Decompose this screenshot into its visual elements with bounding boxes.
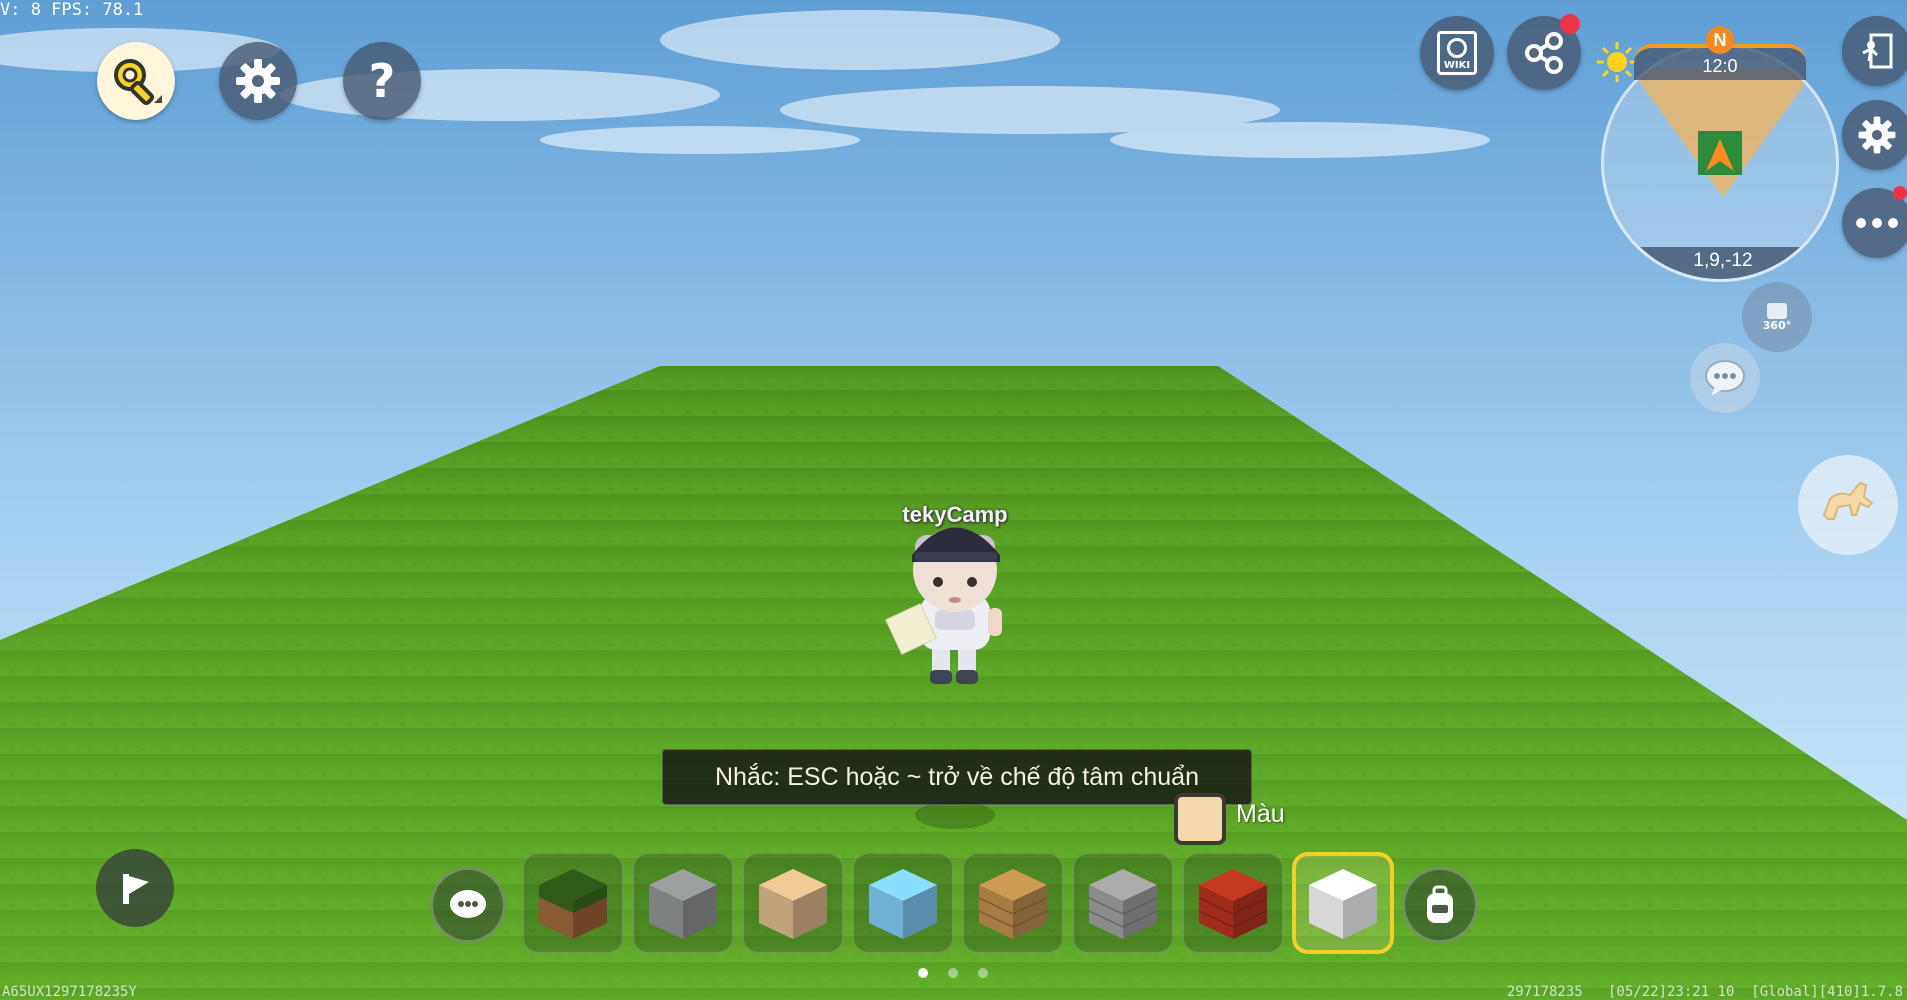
color-swatch[interactable] bbox=[1174, 793, 1226, 845]
hint-banner: Nhắc: ESC hoặc ~ trở về chế độ tâm chuẩn bbox=[662, 749, 1252, 805]
stone-brick-icon bbox=[1088, 869, 1158, 939]
build-info: 297178235 [05/22]23:21 10 [Global][410]1… bbox=[1506, 984, 1903, 1000]
backpack-icon bbox=[1427, 885, 1453, 923]
wiki-book-icon: WIKI bbox=[1437, 31, 1477, 75]
exit-door-icon bbox=[1862, 33, 1893, 69]
game-time: 12:0 bbox=[1702, 56, 1738, 76]
hint-text: Nhắc: ESC hoặc ~ trở về chế độ tâm chuẩn bbox=[714, 762, 1199, 791]
hotbar-slot[interactable] bbox=[852, 852, 954, 954]
fps-counter: V: 8 FPS: 78.1 bbox=[0, 0, 144, 20]
flag-button[interactable] bbox=[96, 849, 174, 927]
game-settings-button[interactable] bbox=[1842, 100, 1907, 170]
flag-icon bbox=[123, 874, 149, 904]
page-dot[interactable] bbox=[948, 968, 958, 978]
hotbar-slot[interactable] bbox=[632, 852, 734, 954]
player-arrow-icon bbox=[1706, 139, 1734, 171]
gear-icon bbox=[236, 59, 280, 103]
wiki-button[interactable]: WIKI bbox=[1420, 16, 1494, 90]
ice-block-icon bbox=[869, 869, 937, 939]
wrench-icon bbox=[114, 59, 162, 106]
color-label: Màu bbox=[1236, 800, 1285, 828]
share-notification-dot bbox=[1560, 14, 1580, 34]
page-dot[interactable] bbox=[978, 968, 988, 978]
device-id: A65UX1297178235Y bbox=[2, 984, 137, 1000]
help-button[interactable]: ? bbox=[343, 42, 421, 120]
settings-button[interactable] bbox=[219, 42, 297, 120]
grass-block-icon bbox=[539, 869, 607, 939]
chat-bubble-button[interactable] bbox=[1690, 343, 1760, 413]
page-dot[interactable] bbox=[918, 968, 928, 978]
gear-icon bbox=[1858, 116, 1896, 154]
hotbar-slot[interactable] bbox=[742, 852, 844, 954]
share-icon bbox=[1525, 32, 1563, 74]
stone-block-icon bbox=[649, 869, 717, 939]
chat-button[interactable] bbox=[430, 867, 506, 943]
build-tool-button[interactable] bbox=[97, 42, 175, 120]
chat-icon bbox=[450, 890, 486, 918]
coordinates: 1,9,-12 bbox=[1693, 250, 1753, 271]
more-notification-dot bbox=[1893, 186, 1907, 200]
backpack-button[interactable] bbox=[1402, 867, 1478, 943]
more-dots-icon bbox=[1856, 218, 1898, 228]
hotbar-pagination bbox=[918, 968, 988, 980]
exit-button[interactable] bbox=[1842, 16, 1907, 86]
wiki-label: WIKI bbox=[1443, 60, 1471, 71]
mount-pet-button[interactable] bbox=[1798, 455, 1898, 555]
camera-360-button[interactable]: 360° bbox=[1742, 282, 1812, 352]
camera-360-icon: 360° bbox=[1762, 302, 1792, 332]
compass-north: N bbox=[1706, 26, 1734, 54]
white-block-icon bbox=[1309, 869, 1377, 939]
hotbar-slot[interactable] bbox=[1072, 852, 1174, 954]
question-icon: ? bbox=[368, 54, 396, 108]
player-shadow bbox=[915, 801, 995, 829]
wood-planks-icon bbox=[978, 869, 1048, 939]
hotbar-slot[interactable] bbox=[1292, 852, 1394, 954]
speech-bubble-icon bbox=[1705, 360, 1745, 396]
horse-icon bbox=[1822, 481, 1874, 520]
camera-360-label: 360° bbox=[1762, 318, 1792, 332]
hotbar-slot[interactable] bbox=[522, 852, 624, 954]
sand-block-icon bbox=[759, 869, 827, 939]
player-nametag: tekyCamp bbox=[902, 502, 1008, 527]
red-brick-icon bbox=[1198, 869, 1268, 939]
hotbar-slot[interactable] bbox=[1182, 852, 1284, 954]
hotbar-slot[interactable] bbox=[962, 852, 1064, 954]
